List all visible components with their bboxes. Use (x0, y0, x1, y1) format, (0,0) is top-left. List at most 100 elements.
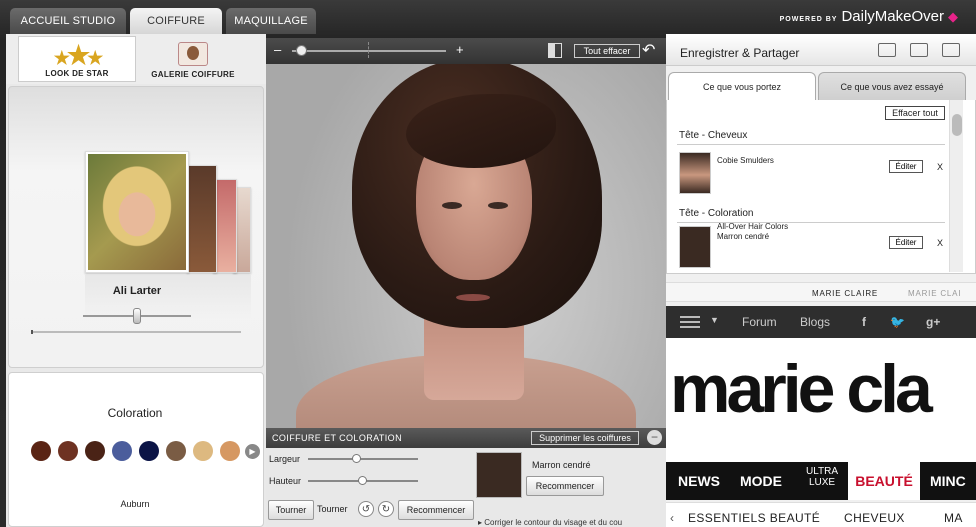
wearing-list: Effacer tout Tête - Cheveux Cobie Smulde… (666, 100, 976, 274)
compare-icon[interactable] (548, 43, 562, 58)
color-swatch[interactable] (112, 441, 132, 461)
coloration-panel: Coloration ▶ Auburn (8, 372, 264, 527)
tab-galerie-coiffure[interactable]: GALERIE COIFFURE (134, 36, 252, 82)
submenu-cheveux[interactable]: CHEVEUX (844, 511, 905, 525)
mc-link[interactable]: MARIE CLAI (908, 289, 961, 298)
marie-claire-logo[interactable]: marie cla (666, 338, 976, 462)
collapse-icon[interactable]: − (647, 430, 662, 445)
photo-eye-left (442, 202, 462, 209)
carousel-scrollbar[interactable] (31, 330, 241, 334)
hauteur-knob[interactable] (358, 476, 367, 485)
print-icon[interactable] (910, 43, 928, 57)
edit-color-button[interactable]: Éditer (889, 236, 923, 249)
color-swatch[interactable] (31, 441, 51, 461)
star-photo-selected[interactable] (85, 151, 189, 273)
zoom-slider[interactable] (292, 50, 446, 52)
brand-name: DailyMakeOver (841, 8, 944, 25)
next-arrow-icon[interactable]: ▶ (245, 444, 260, 459)
menu-mode[interactable]: MODE (740, 473, 782, 489)
mc-nav-bar: ▼ Forum Blogs f 🐦 g+ (666, 306, 976, 338)
clear-all-items-button[interactable]: Effacer tout (885, 106, 945, 120)
stars-icon: ★★★ (53, 40, 104, 70)
section-heading: Tête - Coloration (679, 208, 754, 219)
color-thumbnail (679, 226, 711, 268)
zoom-out-icon[interactable]: – (274, 43, 281, 57)
menu-icon[interactable] (680, 316, 700, 328)
rotate-button[interactable]: Tourner (268, 500, 314, 520)
tab-accueil-studio[interactable]: ACCUEIL STUDIO (10, 8, 126, 34)
hauteur-slider[interactable] (308, 476, 418, 485)
color-swatch[interactable] (220, 441, 240, 461)
largeur-slider[interactable] (308, 454, 418, 463)
section-heading: Tête - Cheveux (679, 130, 748, 141)
chevron-down-icon[interactable]: ▼ (710, 315, 719, 325)
google-plus-icon[interactable]: g+ (926, 315, 940, 329)
divider (677, 144, 945, 145)
selected-color-name: Auburn (120, 499, 150, 509)
carousel-slider[interactable] (83, 308, 191, 324)
share-title: Enregistrer & Partager (680, 46, 800, 60)
tab-what-you-wear[interactable]: Ce que vous portez (668, 72, 816, 100)
photo-toolbar: – + Tout effacer ↶ (266, 38, 666, 64)
submenu-essentiels[interactable]: ESSENTIELS BEAUTÉ (688, 511, 820, 525)
menu-news[interactable]: NEWS (678, 473, 720, 489)
left-panel: ★★★ LOOK DE STAR GALERIE COIFFURE Ali La… (6, 34, 266, 527)
email-icon[interactable] (878, 43, 896, 57)
color-swatch[interactable] (58, 441, 78, 461)
subtabs: ★★★ LOOK DE STAR GALERIE COIFFURE (6, 34, 266, 84)
tab-coiffure[interactable]: COIFFURE (130, 8, 222, 34)
mc-link[interactable]: MARIE CLAIRE (812, 289, 878, 298)
largeur-knob[interactable] (352, 454, 361, 463)
carousel-slider-knob[interactable] (133, 308, 141, 324)
chevron-left-icon[interactable]: ‹ (670, 511, 674, 525)
list-scrollbar[interactable] (949, 100, 963, 272)
save-icon[interactable] (942, 43, 960, 57)
center-panel: – + Tout effacer ↶ COIFFURE ET COLORATIO… (266, 38, 666, 527)
tab-galerie-label: GALERIE COIFFURE (151, 70, 235, 79)
marie-claire-links: MARIE CLAIRE MARIE CLAI (666, 282, 976, 302)
rotate-left-icon[interactable]: ↺ (358, 501, 374, 517)
color-item-name: All-Over Hair Colors (717, 222, 789, 231)
star-photo-2[interactable] (187, 165, 217, 273)
photo-mouth (456, 294, 490, 301)
clear-all-button[interactable]: Tout effacer (574, 44, 640, 58)
tab-look-de-star[interactable]: ★★★ LOOK DE STAR (18, 36, 136, 82)
list-scroll-thumb[interactable] (952, 114, 962, 136)
nav-blogs[interactable]: Blogs (800, 315, 830, 329)
rotate-label: Tourner (317, 504, 348, 514)
hauteur-label: Hauteur (269, 476, 302, 486)
tab-look-de-star-label: LOOK DE STAR (45, 69, 109, 78)
menu-beaute[interactable]: BEAUTÉ (848, 462, 920, 500)
current-color-chip (476, 452, 522, 498)
menu-minc[interactable]: MINC (930, 473, 966, 489)
restart-button[interactable]: Recommencer (398, 500, 474, 520)
star-name: Ali Larter (112, 285, 162, 297)
lips-icon: ◆ (948, 9, 958, 24)
photo-reflection (85, 275, 251, 319)
edit-hair-button[interactable]: Éditer (889, 160, 923, 173)
color-swatch[interactable] (85, 441, 105, 461)
tab-what-you-tried[interactable]: Ce que vous avez essayé (818, 72, 966, 100)
menu-ultra-luxe[interactable]: ULTRA LUXE (804, 466, 840, 488)
star-carousel: Ali Larter (8, 86, 264, 368)
rotate-right-icon[interactable]: ↻ (378, 501, 394, 517)
zoom-slider-knob[interactable] (296, 45, 307, 56)
tab-maquillage[interactable]: MAQUILLAGE (226, 8, 316, 34)
color-swatch[interactable] (166, 441, 186, 461)
submenu-ma[interactable]: MA (944, 511, 963, 525)
twitter-icon[interactable]: 🐦 (890, 315, 905, 329)
undo-icon[interactable]: ↶ (642, 40, 655, 60)
restart-color-button[interactable]: Recommencer (526, 476, 604, 496)
gallery-icon (178, 42, 208, 66)
remove-color-button[interactable]: X (937, 238, 943, 248)
remove-hairstyles-button[interactable]: Supprimer les coiffures (531, 431, 639, 445)
facebook-icon[interactable]: f (862, 315, 866, 329)
color-swatch[interactable] (193, 441, 213, 461)
hint-text: Corriger le contour du visage et du cou (484, 518, 623, 527)
app-root: ACCUEIL STUDIO COIFFURE MAQUILLAGE POWER… (0, 0, 976, 527)
remove-hair-button[interactable]: X (937, 162, 943, 172)
nav-forum[interactable]: Forum (742, 315, 777, 329)
zoom-in-icon[interactable]: + (456, 43, 464, 57)
makeover-photo[interactable] (266, 64, 666, 428)
color-swatch[interactable] (139, 441, 159, 461)
